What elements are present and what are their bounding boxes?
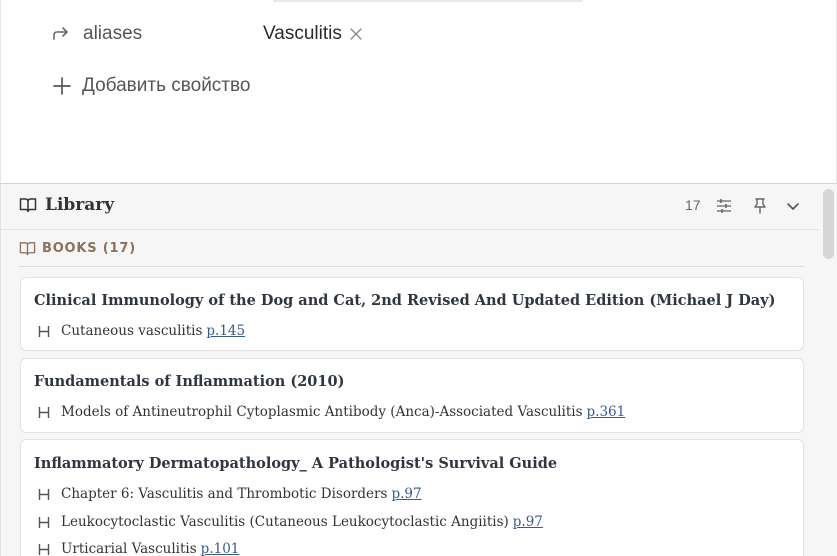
heading-h-icon [37, 487, 51, 501]
library-title-wrap: Library [19, 195, 114, 215]
add-property-button[interactable]: Добавить свойство [50, 72, 250, 100]
heading-h-icon [37, 542, 51, 556]
heading-link[interactable]: Chapter 6: Vasculitis and Thrombotic Dis… [37, 485, 422, 503]
heading-h-icon [37, 324, 51, 338]
alias-pill-text: Vasculitis [263, 23, 342, 44]
page-link[interactable]: p.145 [206, 323, 245, 339]
sliders-icon[interactable] [713, 195, 735, 217]
heading-text: Models of Antineutrophil Cytoplasmic Ant… [61, 404, 583, 420]
pin-icon[interactable] [749, 195, 771, 217]
open-book-icon [19, 240, 36, 257]
property-aliases[interactable]: aliases [49, 21, 142, 47]
page-link[interactable]: p.97 [391, 486, 421, 502]
heading-h-icon [37, 515, 51, 529]
book-title[interactable]: Inflammatory Dermatopathology_ A Patholo… [34, 455, 557, 472]
book-card[interactable]: Fundamentals of Inflammation (2010) Mode… [20, 358, 804, 433]
heading-text: Chapter 6: Vasculitis and Thrombotic Dis… [61, 486, 388, 502]
add-property-label: Добавить свойство [82, 75, 251, 96]
open-book-icon [19, 196, 37, 214]
plus-icon [50, 74, 74, 98]
heading-link[interactable]: Cutaneous vasculitis p.145 [37, 322, 245, 340]
page-link[interactable]: p.361 [587, 404, 626, 420]
alias-pill[interactable]: Vasculitis [263, 21, 364, 47]
close-icon[interactable] [348, 26, 364, 42]
heading-h-icon [37, 405, 51, 419]
heading-text: Cutaneous vasculitis [61, 323, 203, 339]
heading-link[interactable]: Models of Antineutrophil Cytoplasmic Ant… [37, 403, 625, 421]
heading-text: Leukocytoclastic Vasculitis (Cutaneous L… [61, 514, 509, 530]
books-section-header[interactable]: BOOKS (17) [19, 240, 136, 257]
scrollbar-thumb[interactable] [823, 189, 834, 259]
property-key-aliases: aliases [83, 23, 143, 44]
book-title[interactable]: Clinical Immunology of the Dog and Cat, … [34, 292, 775, 309]
library-panel: Library 17 BOOKS (17) Clinical Immunolog… [0, 183, 837, 556]
book-card[interactable]: Inflammatory Dermatopathology_ A Patholo… [20, 439, 804, 556]
books-section-label: BOOKS (17) [42, 241, 136, 256]
arrow-turn-right-icon [49, 22, 73, 46]
top-input-edge [273, 0, 583, 2]
heading-link[interactable]: Leukocytoclastic Vasculitis (Cutaneous L… [37, 513, 543, 531]
section-divider [19, 266, 804, 267]
heading-link[interactable]: Urticarial Vasculitis p.101 [37, 540, 239, 556]
library-header: Library 17 [1, 184, 819, 230]
heading-text: Urticarial Vasculitis [61, 541, 197, 556]
library-title: Library [45, 195, 115, 215]
book-card[interactable]: Clinical Immunology of the Dog and Cat, … [20, 277, 804, 351]
page-link[interactable]: p.97 [513, 514, 543, 530]
page-link[interactable]: p.101 [201, 541, 240, 556]
book-title[interactable]: Fundamentals of Inflammation (2010) [34, 373, 344, 390]
library-count: 17 [685, 197, 701, 213]
properties-panel: aliases Vasculitis Добавить свойство [0, 0, 837, 183]
chevron-down-icon[interactable] [782, 195, 804, 217]
